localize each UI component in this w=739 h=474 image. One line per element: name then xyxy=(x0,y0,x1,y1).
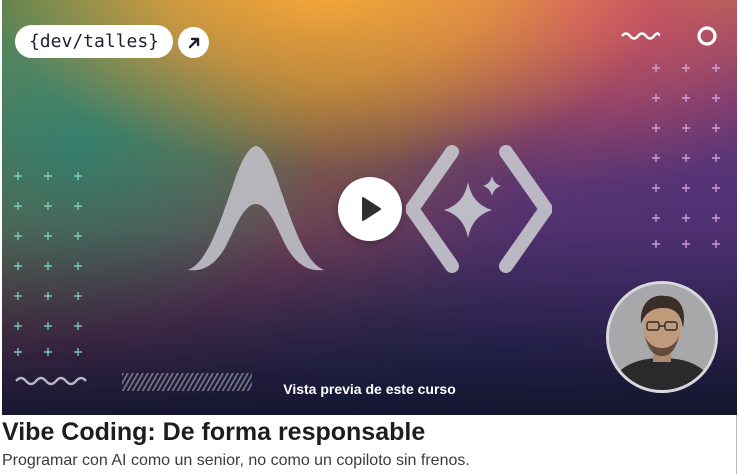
code-brackets-sparkle-icon xyxy=(406,145,552,273)
logo-text: {dev/talles} xyxy=(28,31,160,52)
circle-icon xyxy=(697,26,717,46)
plus-grid-right xyxy=(652,64,720,248)
play-icon xyxy=(362,197,381,221)
play-button[interactable] xyxy=(338,177,402,241)
devtalles-logo: {dev/talles} xyxy=(15,25,173,58)
plus-grid-left xyxy=(14,172,82,356)
divider xyxy=(736,415,737,474)
wave-icon xyxy=(621,32,660,40)
course-preview-video[interactable]: {dev/talles} Vista previa de este curso xyxy=(2,0,737,415)
course-subtitle: Programar con AI como un senior, no como… xyxy=(2,452,470,469)
arrow-up-right-icon xyxy=(178,27,209,58)
preview-label: Vista previa de este curso xyxy=(283,381,456,397)
a-mark-icon xyxy=(188,146,324,271)
instructor-avatar xyxy=(606,281,718,393)
course-title: Vibe Coding: De forma responsable xyxy=(2,418,426,446)
